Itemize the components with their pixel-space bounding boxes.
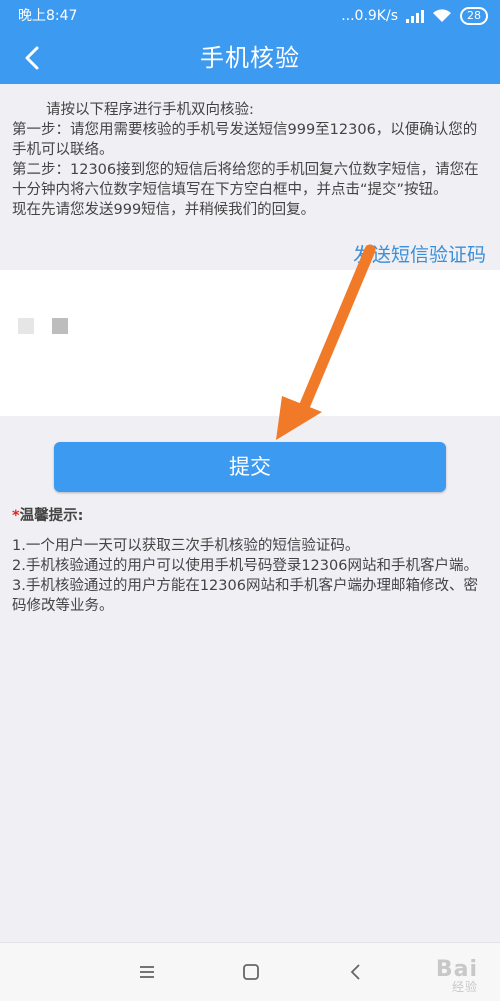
send-sms-code-link[interactable]: 发送短信验证码 [353, 240, 486, 267]
system-nav-bar: Bai 经验 [0, 942, 500, 1001]
home-icon[interactable] [240, 961, 262, 983]
tips-title-text: 温馨提示: [19, 508, 84, 524]
menu-icon[interactable] [136, 961, 158, 983]
code-placeholder-box [18, 318, 34, 334]
intro-line: 请按以下程序进行手机双向核验: [46, 102, 254, 118]
submit-button[interactable]: 提交 [54, 442, 446, 492]
code-placeholder-box [52, 318, 68, 334]
signal-icon [406, 9, 424, 23]
wifi-icon [433, 9, 451, 22]
page-title: 手机核验 [200, 44, 300, 72]
tip-item: 1.一个用户一天可以获取三次手机核验的短信验证码。 [12, 538, 360, 554]
status-time: 晚上8:47 [18, 8, 78, 24]
intro-step-2: 第二步：12306接到您的短信后将给您的手机回复六位数字短信，请您在十分钟内将六… [12, 162, 479, 198]
intro-step-3: 现在先请您发送999短信，并稍候我们的回复。 [12, 202, 316, 218]
back-nav-icon[interactable] [345, 961, 367, 983]
watermark-logo: Bai 经验 [436, 957, 478, 995]
network-speed: ...0.9K/s [341, 8, 398, 24]
battery-icon: 28 [460, 7, 488, 25]
tips-section: *温馨提示: 1.一个用户一天可以获取三次手机核验的短信验证码。 2.手机核验通… [12, 506, 490, 616]
tip-item: 3.手机核验通过的用户方能在12306网站和手机客户端办理邮箱修改、密码修改等业… [12, 578, 478, 614]
required-star: * [12, 508, 20, 524]
status-right: ...0.9K/s 28 [341, 0, 488, 32]
app-header: 晚上8:47 ...0.9K/s 28 手机核验 [0, 0, 500, 84]
sms-code-input-area[interactable] [0, 270, 500, 416]
intro-text: 请按以下程序进行手机双向核验: 第一步：请您用需要核验的手机号发送短信999至1… [12, 100, 490, 220]
nav-bar: 手机核验 [0, 32, 500, 84]
tip-item: 2.手机核验通过的用户可以使用手机号码登录12306网站和手机客户端。 [12, 558, 478, 574]
intro-step-1: 第一步：请您用需要核验的手机号发送短信999至12306，以便确认您的手机可以联… [12, 122, 478, 158]
status-bar: 晚上8:47 ...0.9K/s 28 [0, 0, 500, 32]
tips-title: *温馨提示: [12, 506, 490, 526]
